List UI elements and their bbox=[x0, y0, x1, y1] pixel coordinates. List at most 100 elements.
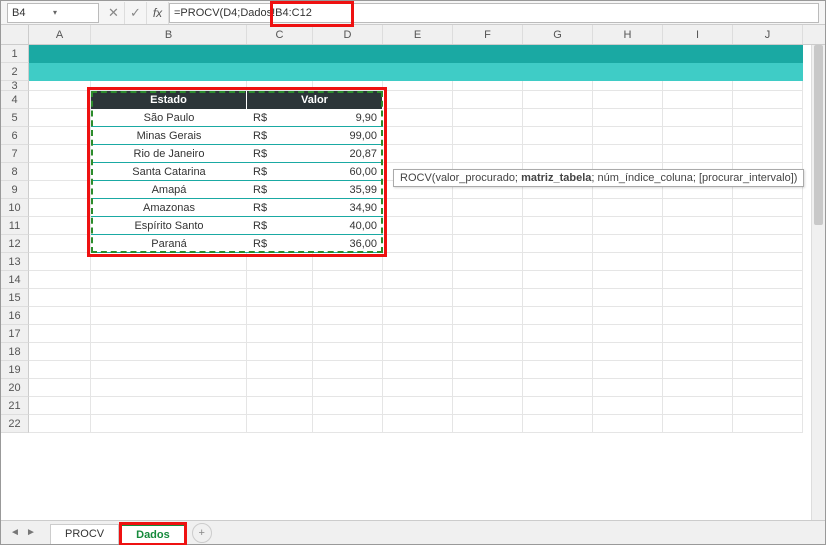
row-header-8[interactable]: 8 bbox=[1, 163, 29, 181]
cell-I13[interactable] bbox=[663, 253, 733, 271]
row-header-15[interactable]: 15 bbox=[1, 289, 29, 307]
cell-B3[interactable] bbox=[91, 81, 247, 91]
row-header-14[interactable]: 14 bbox=[1, 271, 29, 289]
cell-G20[interactable] bbox=[523, 379, 593, 397]
column-header-B[interactable]: B bbox=[91, 25, 247, 44]
cell-C1[interactable] bbox=[247, 45, 313, 63]
cell-I22[interactable] bbox=[663, 415, 733, 433]
cell-F16[interactable] bbox=[453, 307, 523, 325]
row-header-10[interactable]: 10 bbox=[1, 199, 29, 217]
row-header-6[interactable]: 6 bbox=[1, 127, 29, 145]
cell-E5[interactable] bbox=[383, 109, 453, 127]
cell-J22[interactable] bbox=[733, 415, 803, 433]
cell-I18[interactable] bbox=[663, 343, 733, 361]
cell-G4[interactable] bbox=[523, 91, 593, 109]
cell-J1[interactable] bbox=[733, 45, 803, 63]
cell-I16[interactable] bbox=[663, 307, 733, 325]
cell-A18[interactable] bbox=[29, 343, 91, 361]
cell-J17[interactable] bbox=[733, 325, 803, 343]
cell-H4[interactable] bbox=[593, 91, 663, 109]
tab-prev-button[interactable]: ◄ bbox=[7, 527, 23, 538]
cell-G21[interactable] bbox=[523, 397, 593, 415]
cell-I6[interactable] bbox=[663, 127, 733, 145]
cell-J4[interactable] bbox=[733, 91, 803, 109]
cell-E14[interactable] bbox=[383, 271, 453, 289]
cell-D13[interactable] bbox=[313, 253, 383, 271]
cell-B17[interactable] bbox=[91, 325, 247, 343]
table-cell-value[interactable]: 34,90 bbox=[313, 199, 383, 217]
fx-button[interactable]: fx bbox=[147, 2, 169, 24]
cell-F3[interactable] bbox=[453, 81, 523, 91]
column-header-D[interactable]: D bbox=[313, 25, 383, 44]
cell-F4[interactable] bbox=[453, 91, 523, 109]
cell-A8[interactable] bbox=[29, 163, 91, 181]
row-header-5[interactable]: 5 bbox=[1, 109, 29, 127]
cell-A12[interactable] bbox=[29, 235, 91, 253]
cell-E4[interactable] bbox=[383, 91, 453, 109]
tab-next-button[interactable]: ► bbox=[23, 527, 39, 538]
cell-G19[interactable] bbox=[523, 361, 593, 379]
table-cell-value[interactable]: 40,00 bbox=[313, 217, 383, 235]
cell-I19[interactable] bbox=[663, 361, 733, 379]
cell-I12[interactable] bbox=[663, 235, 733, 253]
table-cell-currency[interactable]: R$ bbox=[247, 181, 313, 199]
cell-E3[interactable] bbox=[383, 81, 453, 91]
cell-A14[interactable] bbox=[29, 271, 91, 289]
table-cell-value[interactable]: 9,90 bbox=[313, 109, 383, 127]
cell-H13[interactable] bbox=[593, 253, 663, 271]
cell-A3[interactable] bbox=[29, 81, 91, 91]
sheet-tab-dados[interactable]: Dados bbox=[121, 524, 185, 544]
cell-E18[interactable] bbox=[383, 343, 453, 361]
cell-A6[interactable] bbox=[29, 127, 91, 145]
cell-C13[interactable] bbox=[247, 253, 313, 271]
cell-C18[interactable] bbox=[247, 343, 313, 361]
row-header-17[interactable]: 17 bbox=[1, 325, 29, 343]
cell-E19[interactable] bbox=[383, 361, 453, 379]
cell-F2[interactable] bbox=[453, 63, 523, 81]
cell-H21[interactable] bbox=[593, 397, 663, 415]
row-header-4[interactable]: 4 bbox=[1, 91, 29, 109]
cell-A4[interactable] bbox=[29, 91, 91, 109]
cell-H5[interactable] bbox=[593, 109, 663, 127]
cell-B16[interactable] bbox=[91, 307, 247, 325]
table-cell-currency[interactable]: R$ bbox=[247, 163, 313, 181]
column-header-I[interactable]: I bbox=[663, 25, 733, 44]
cell-J18[interactable] bbox=[733, 343, 803, 361]
cell-D2[interactable] bbox=[313, 63, 383, 81]
cell-E12[interactable] bbox=[383, 235, 453, 253]
table-cell-value[interactable]: 20,87 bbox=[313, 145, 383, 163]
cell-H3[interactable] bbox=[593, 81, 663, 91]
cell-G1[interactable] bbox=[523, 45, 593, 63]
cell-I21[interactable] bbox=[663, 397, 733, 415]
row-header-9[interactable]: 9 bbox=[1, 181, 29, 199]
cell-G12[interactable] bbox=[523, 235, 593, 253]
cell-F21[interactable] bbox=[453, 397, 523, 415]
cell-C21[interactable] bbox=[247, 397, 313, 415]
cell-F11[interactable] bbox=[453, 217, 523, 235]
spreadsheet-grid[interactable]: 1234EstadoValor5São PauloR$9,906Minas Ge… bbox=[1, 45, 825, 433]
cell-G2[interactable] bbox=[523, 63, 593, 81]
cell-E20[interactable] bbox=[383, 379, 453, 397]
cell-B21[interactable] bbox=[91, 397, 247, 415]
cell-A16[interactable] bbox=[29, 307, 91, 325]
cell-E15[interactable] bbox=[383, 289, 453, 307]
cell-H6[interactable] bbox=[593, 127, 663, 145]
table-cell-value[interactable]: 60,00 bbox=[313, 163, 383, 181]
table-cell-currency[interactable]: R$ bbox=[247, 127, 313, 145]
cell-F19[interactable] bbox=[453, 361, 523, 379]
chevron-down-icon[interactable]: ▾ bbox=[53, 8, 94, 17]
row-header-3[interactable]: 3 bbox=[1, 81, 29, 91]
cell-I20[interactable] bbox=[663, 379, 733, 397]
cell-A1[interactable] bbox=[29, 45, 91, 63]
cell-F17[interactable] bbox=[453, 325, 523, 343]
cell-I5[interactable] bbox=[663, 109, 733, 127]
cell-H22[interactable] bbox=[593, 415, 663, 433]
cell-D1[interactable] bbox=[313, 45, 383, 63]
cell-A10[interactable] bbox=[29, 199, 91, 217]
cell-H16[interactable] bbox=[593, 307, 663, 325]
cell-J15[interactable] bbox=[733, 289, 803, 307]
cell-G6[interactable] bbox=[523, 127, 593, 145]
cell-C16[interactable] bbox=[247, 307, 313, 325]
table-header-estado[interactable]: Estado bbox=[91, 91, 247, 109]
cell-E2[interactable] bbox=[383, 63, 453, 81]
